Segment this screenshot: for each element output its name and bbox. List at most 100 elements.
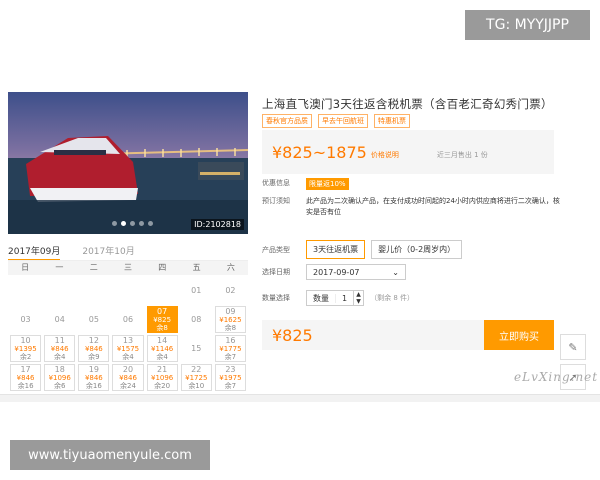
day-number: 22 [191, 364, 202, 374]
calendar-day-cell[interactable]: 10 ¥1395 余2 [10, 335, 42, 362]
price-range: ¥825~1875 [272, 142, 367, 162]
buy-now-button[interactable]: 立即购买 [484, 320, 554, 350]
calendar-day-cell[interactable]: 16 ¥1775 余7 [214, 335, 246, 362]
increment-icon[interactable]: ▲ [354, 291, 363, 298]
calendar-day-cell: 03 [10, 306, 41, 333]
decrement-icon[interactable]: ▼ [354, 298, 363, 305]
carousel-dots[interactable] [112, 221, 153, 226]
calendar-day-cell: 06 [112, 306, 143, 333]
product-tag: 春秋官方品质 [262, 114, 312, 128]
product-tag: 早去午回航班 [318, 114, 368, 128]
quantity-value[interactable]: 1 [335, 293, 353, 303]
product-type-label: 产品类型 [262, 245, 290, 254]
day-stock: 余4 [156, 352, 168, 361]
calendar-day-cell[interactable]: 18 ¥1096 余6 [44, 364, 76, 391]
product-type-option-roundtrip[interactable]: 3天往返机票 [306, 240, 366, 259]
price-box: ¥825~1875 价格说明 近三月售出 1 份 [262, 130, 554, 174]
url-badge: www.tiyuaomenyule.com [10, 440, 210, 470]
calendar-empty-cell [44, 277, 75, 304]
calendar-day-cell[interactable]: 13 ¥1575 余4 [112, 335, 144, 362]
day-number: 03 [20, 314, 31, 324]
calendar-day-cell[interactable]: 17 ¥846 余16 [10, 364, 42, 391]
day-stock: 余9 [88, 352, 100, 361]
product-type-option-infant[interactable]: 婴儿价（0-2周岁内） [371, 240, 463, 259]
sold-count: 近三月售出 1 份 [436, 151, 488, 159]
calendar-day-cell[interactable]: 14 ¥1146 余4 [146, 335, 178, 362]
day-number: 14 [157, 335, 168, 345]
price-calendar: 日一二三四五六 01 02 03 04 05 06 07 ¥825 余8 08 09 ¥1625 余8 1… [8, 260, 248, 394]
calendar-empty-cell [147, 277, 178, 304]
price-note-link[interactable]: 价格说明 [371, 150, 399, 160]
product-photo[interactable]: ID:2102818 [8, 92, 248, 234]
day-stock: 余16 [85, 381, 102, 390]
day-price: ¥846 [16, 373, 35, 382]
calendar-day-cell[interactable]: 21 ¥1096 余20 [146, 364, 178, 391]
day-number: 20 [122, 364, 134, 374]
weekday-label: 四 [158, 263, 167, 272]
quantity-label: 数量选择 [262, 294, 290, 302]
quantity-stepper[interactable]: 数量 1 ▲ ▼ [306, 290, 365, 306]
day-stock: 余10 [188, 381, 205, 390]
day-price: ¥1146 [150, 344, 174, 353]
carousel-dot[interactable] [148, 221, 153, 226]
tab-month-sep[interactable]: 2017年09月 [8, 244, 61, 261]
weekday-label: 一 [55, 263, 64, 272]
date-select[interactable]: 2017-09-07 ⌄ [306, 264, 406, 280]
quantity-row: 数量选择 数量 1 ▲ ▼ （剩余 8 件） [262, 290, 414, 306]
calendar-day-cell: 05 [78, 306, 109, 333]
day-number: 09 [225, 306, 236, 316]
calendar-grid: 01 02 03 04 05 06 07 ¥825 余8 08 09 ¥1625 余8 10 ¥1395 余2… [8, 275, 248, 391]
weekday-label: 五 [192, 263, 201, 272]
day-price: ¥846 [84, 344, 103, 353]
day-stock: 余2 [19, 352, 32, 361]
carousel-dot[interactable] [139, 221, 144, 226]
edit-icon[interactable]: ✎ [560, 334, 586, 360]
calendar-day-cell[interactable]: 20 ¥846 余24 [112, 364, 144, 391]
carousel-dot-active[interactable] [121, 221, 126, 226]
promo-row: 优惠信息 限量返10% [262, 178, 349, 190]
day-price: ¥1395 [14, 344, 37, 353]
quantity-arrows[interactable]: ▲ ▼ [353, 291, 363, 305]
day-price: ¥1975 [219, 373, 242, 382]
day-number: 06 [122, 314, 134, 324]
day-number: 05 [88, 314, 99, 324]
day-number: 07 [157, 306, 168, 316]
day-price: ¥1775 [219, 344, 242, 353]
day-price: ¥825 [153, 315, 172, 324]
promo-badge: 限量返10% [306, 178, 349, 190]
quantity-name: 数量 [313, 293, 329, 303]
calendar-day-cell: 04 [44, 306, 75, 333]
carousel-dot[interactable] [112, 221, 117, 226]
calendar-day-cell[interactable]: 19 ¥846 余16 [78, 364, 110, 391]
tg-badge: TG: MYYJJPP [465, 10, 590, 40]
day-stock: 余7 [224, 381, 237, 390]
calendar-day-cell[interactable]: 09 ¥1625 余8 [214, 306, 246, 333]
day-number: 17 [20, 364, 31, 374]
date-value: 2017-09-07 [313, 267, 360, 277]
carousel-dot[interactable] [130, 221, 135, 226]
day-number: 15 [191, 343, 202, 353]
day-stock: 余24 [120, 381, 136, 390]
day-number: 12 [88, 335, 99, 345]
calendar-day-cell[interactable]: 07 ¥825 余8 [146, 306, 178, 333]
calendar-day-cell[interactable]: 23 ¥1975 余7 [214, 364, 246, 391]
calendar-day-cell[interactable]: 11 ¥846 余4 [44, 335, 76, 362]
day-number: 19 [88, 364, 99, 374]
calendar-empty-cell [78, 277, 109, 304]
buy-bar: ¥825 立即购买 [262, 320, 554, 350]
day-stock: 余8 [224, 323, 237, 332]
calendar-day-cell[interactable]: 12 ¥846 余9 [78, 335, 110, 362]
rules-row: 预订须知 此产品为二次确认产品，在支付成功时间起的24小时内供应商将进行二次确认… [262, 196, 566, 218]
day-price: ¥846 [50, 344, 69, 353]
tab-month-oct[interactable]: 2017年10月 [82, 244, 134, 261]
product-tag: 特惠机票 [374, 114, 410, 128]
day-stock: 余6 [53, 381, 66, 390]
weekday-label: 日 [21, 263, 30, 272]
calendar-day-cell: 08 [181, 306, 212, 333]
calendar-day-cell[interactable]: 22 ¥1725 余10 [180, 364, 212, 391]
remaining-stock: （剩余 8 件） [370, 294, 414, 302]
day-number: 04 [54, 314, 65, 324]
product-title: 上海直飞澳门3天往返含税机票（含百老汇奇幻秀门票） [262, 97, 553, 111]
day-stock: 余7 [224, 352, 237, 361]
day-number: 13 [122, 335, 134, 345]
